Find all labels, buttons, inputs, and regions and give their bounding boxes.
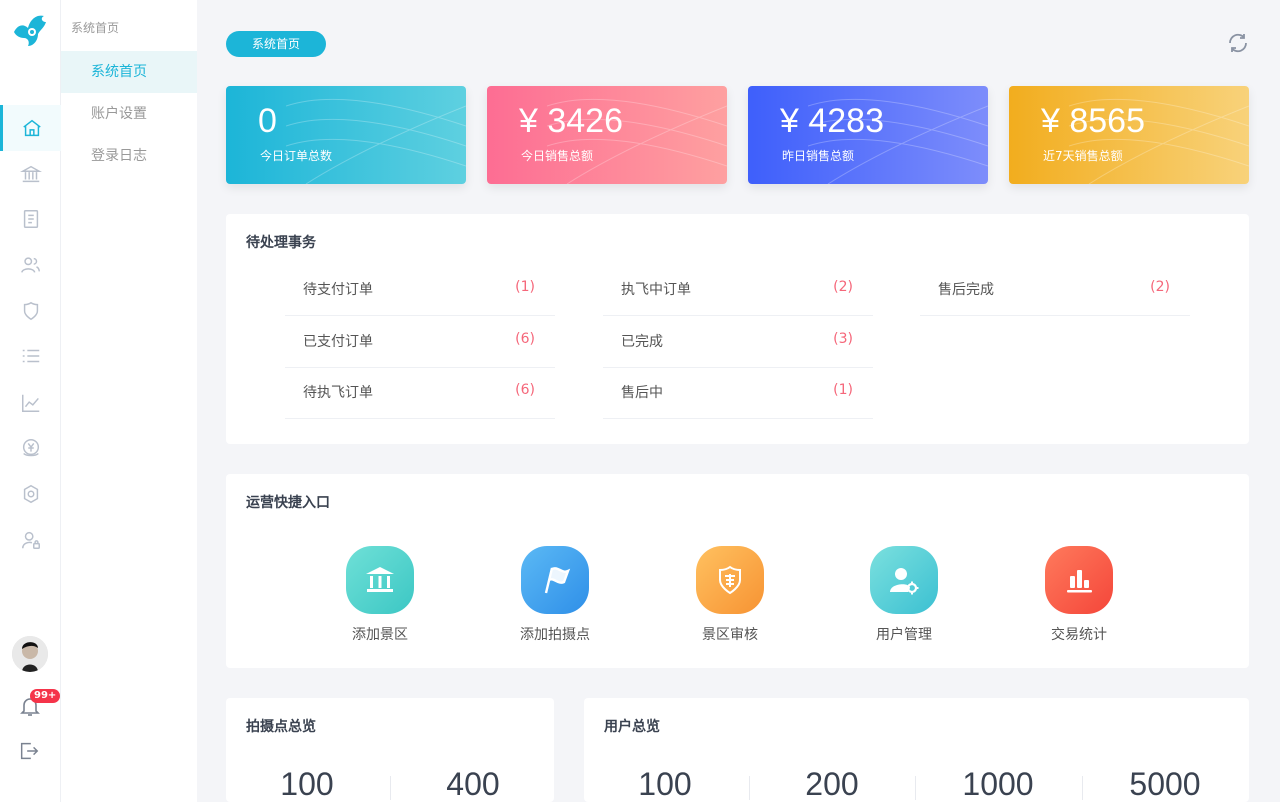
divider — [915, 776, 916, 800]
overview-value: 1000 — [962, 766, 1034, 802]
stat-value: ¥ 8565 — [1041, 102, 1145, 140]
overview-value: 400 — [446, 766, 500, 802]
task-count: (1) — [515, 279, 535, 295]
shield-icon — [23, 301, 38, 321]
overview-value: 5000 — [1129, 766, 1201, 802]
settings-icon — [23, 484, 38, 504]
stat-label: 昨日销售总额 — [782, 149, 855, 163]
task-item[interactable]: 执飞中订单 (2) — [603, 264, 873, 316]
panel-title: 拍摄点总览 — [246, 719, 316, 735]
stat-label: 今日销售总额 — [521, 149, 594, 163]
flag-icon — [521, 546, 589, 614]
icon-rail: 99+ — [0, 0, 61, 802]
overview-value: 100 — [280, 766, 334, 802]
rail-users[interactable] — [0, 242, 61, 288]
task-count: (6) — [515, 331, 535, 347]
task-item[interactable]: 已完成 (3) — [603, 316, 873, 368]
shortcut-trade-stats[interactable]: 交易统计 — [1024, 546, 1134, 646]
shortcut-user-management[interactable]: 用户管理 — [849, 546, 959, 646]
logout-icon[interactable] — [18, 740, 40, 762]
task-item[interactable]: 已支付订单 (6) — [285, 316, 555, 368]
money-icon — [22, 439, 39, 457]
user-settings-icon — [870, 546, 938, 614]
task-count: (3) — [833, 331, 853, 347]
shortcut-label: 用户管理 — [876, 627, 932, 643]
subnav-item-home[interactable]: 系统首页 — [61, 51, 197, 93]
rail-money[interactable] — [0, 425, 61, 471]
list-icon — [22, 349, 39, 363]
task-item[interactable]: 售后中 (1) — [603, 367, 873, 419]
shortcut-label: 添加景区 — [352, 627, 408, 643]
divider — [749, 776, 750, 800]
refresh-icon[interactable] — [1226, 31, 1250, 55]
task-count: (2) — [1150, 279, 1170, 295]
audit-shield-icon — [696, 546, 764, 614]
task-name: 执飞中订单 — [621, 282, 691, 298]
panel-title: 待处理事务 — [246, 235, 316, 251]
subnav-item-login-log[interactable]: 登录日志 — [61, 135, 197, 177]
avatar[interactable] — [12, 636, 48, 672]
document-icon — [23, 210, 38, 228]
sub-navigation: 系统首页 系统首页 账户设置 登录日志 — [61, 0, 197, 802]
stat-card-today-orders: 0 今日订单总数 — [226, 86, 466, 184]
logo-icon — [14, 15, 46, 46]
subnav-item-account[interactable]: 账户设置 — [61, 93, 197, 135]
shortcut-label: 交易统计 — [1051, 627, 1107, 643]
shortcut-add-shoot-point[interactable]: 添加拍摄点 — [500, 546, 610, 646]
stat-card-today-sales: ¥ 3426 今日销售总额 — [487, 86, 727, 184]
notification-badge: 99+ — [30, 689, 61, 703]
home-icon — [23, 119, 41, 137]
overview-value: 200 — [805, 766, 859, 802]
scenic-area-icon — [346, 546, 414, 614]
stat-value: ¥ 4283 — [780, 102, 884, 140]
bank-icon — [19, 165, 42, 183]
shortcut-label: 景区审核 — [702, 627, 758, 643]
shortcut-label: 添加拍摄点 — [520, 627, 590, 643]
task-item[interactable]: 待支付订单 (1) — [285, 264, 555, 316]
shortcut-scenic-audit[interactable]: 景区审核 — [675, 546, 785, 646]
rail-chart[interactable] — [0, 380, 61, 426]
stat-label: 近7天销售总额 — [1043, 149, 1123, 163]
rail-document[interactable] — [0, 196, 61, 242]
subnav-title: 系统首页 — [71, 21, 120, 35]
task-name: 已完成 — [621, 334, 663, 350]
task-item[interactable]: 待执飞订单 (6) — [285, 367, 555, 419]
stat-label: 今日订单总数 — [260, 149, 333, 163]
stat-card-yesterday-sales: ¥ 4283 昨日销售总额 — [748, 86, 988, 184]
rail-shield[interactable] — [0, 288, 61, 334]
task-name: 待支付订单 — [303, 282, 373, 298]
stat-value: ¥ 3426 — [519, 102, 623, 140]
rail-user-lock[interactable] — [0, 517, 61, 563]
stat-value: 0 — [258, 102, 277, 140]
chart-icon — [21, 394, 39, 412]
stat-card-7day-sales: ¥ 8565 近7天销售总额 — [1009, 86, 1249, 184]
bar-stats-icon — [1045, 546, 1113, 614]
overview-value: 100 — [638, 766, 692, 802]
rail-settings[interactable] — [0, 471, 61, 517]
task-name: 已支付订单 — [303, 334, 373, 350]
task-item[interactable]: 售后完成 (2) — [920, 264, 1190, 316]
pending-tasks-panel: 待处理事务 待支付订单 (1) 执飞中订单 (2) 售后完成 (2) 已支付订单… — [226, 214, 1249, 444]
rail-home[interactable] — [0, 105, 61, 151]
panel-title: 用户总览 — [604, 719, 660, 735]
panel-title: 运营快捷入口 — [246, 495, 330, 511]
rail-list[interactable] — [0, 333, 61, 379]
task-count: (2) — [833, 279, 853, 295]
page-title-pill: 系统首页 — [226, 31, 326, 57]
task-name: 售后完成 — [938, 282, 994, 298]
task-count: (6) — [515, 382, 535, 398]
divider — [390, 776, 391, 800]
task-name: 售后中 — [621, 385, 663, 401]
shortcut-add-scenic[interactable]: 添加景区 — [325, 546, 435, 646]
rail-bank[interactable] — [0, 151, 61, 197]
user-lock-icon — [21, 531, 40, 549]
task-count: (1) — [833, 382, 853, 398]
task-name: 待执飞订单 — [303, 385, 373, 401]
users-icon — [20, 257, 40, 273]
divider — [1082, 776, 1083, 800]
